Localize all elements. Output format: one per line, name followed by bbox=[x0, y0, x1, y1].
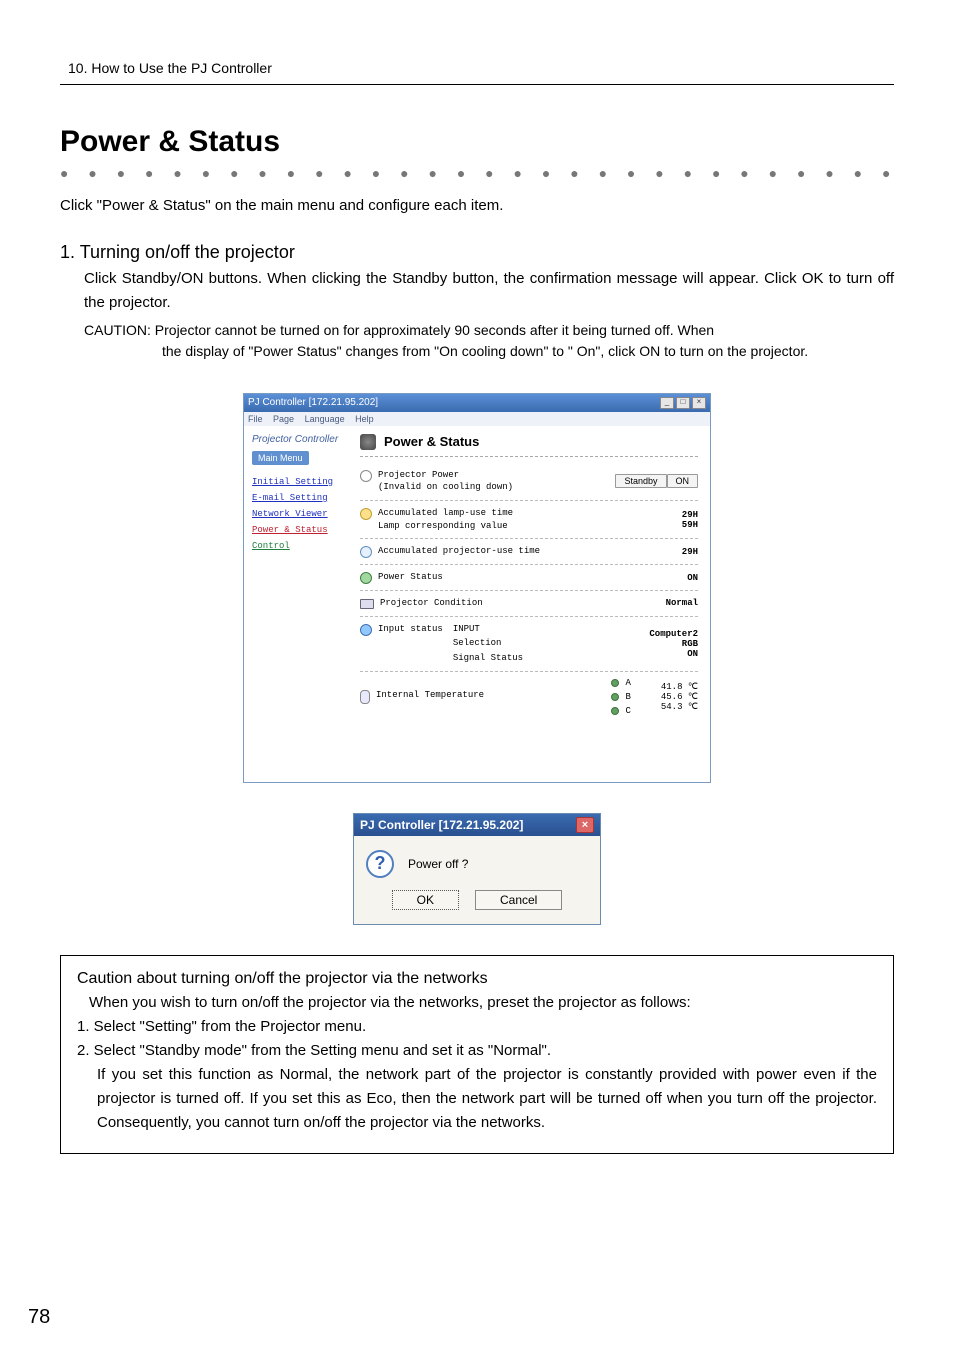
content-title: Power & Status bbox=[384, 434, 479, 449]
caution-lead: CAUTION: Projector cannot be turned on f… bbox=[84, 322, 714, 338]
window-titlebar: PJ Controller [172.21.95.202] _ □ × bbox=[244, 394, 710, 412]
content-panel: Power & Status Projector Power (Invalid … bbox=[352, 426, 710, 782]
dotted-rule: ● ● ● ● ● ● ● ● ● ● ● ● ● ● ● ● ● ● ● ● … bbox=[60, 165, 910, 181]
maximize-button[interactable]: □ bbox=[676, 397, 690, 409]
label-internal-temperature: Internal Temperature bbox=[376, 689, 484, 702]
dialog-close-button[interactable]: × bbox=[576, 817, 594, 833]
menu-language[interactable]: Language bbox=[305, 414, 345, 424]
input-icon bbox=[360, 624, 372, 636]
menu-file[interactable]: File bbox=[248, 414, 263, 424]
label-projector-power: Projector Power bbox=[378, 469, 513, 482]
value-temp-c: 54.3 ℃ bbox=[661, 702, 698, 712]
on-button[interactable]: ON bbox=[667, 474, 699, 488]
label-lamp-use-time: Accumulated lamp-use time bbox=[378, 507, 513, 520]
caution-heading: Caution about turning on/off the project… bbox=[77, 970, 877, 988]
value-lamp-time: 29H bbox=[682, 510, 698, 520]
nav-network-viewer[interactable]: Network Viewer bbox=[252, 509, 344, 519]
dialog-ok-button[interactable]: OK bbox=[392, 890, 459, 910]
caution-lead: When you wish to turn on/off the project… bbox=[89, 994, 877, 1011]
menu-page[interactable]: Page bbox=[273, 414, 294, 424]
dialog-cancel-button[interactable]: Cancel bbox=[475, 890, 562, 910]
pj-controller-window: PJ Controller [172.21.95.202] _ □ × File… bbox=[243, 393, 711, 783]
clock-icon bbox=[360, 546, 372, 558]
brand-label: Projector Controller bbox=[252, 434, 344, 445]
nav-email-setting[interactable]: E-mail Setting bbox=[252, 493, 344, 503]
window-title: PJ Controller [172.21.95.202] bbox=[248, 397, 378, 408]
sidebar: Projector Controller Main Menu Initial S… bbox=[244, 426, 352, 782]
label-invalid-cooling: (Invalid on cooling down) bbox=[378, 481, 513, 494]
close-button[interactable]: × bbox=[692, 397, 706, 409]
thermometer-icon bbox=[360, 690, 370, 704]
label-temp-a: A bbox=[625, 678, 630, 688]
power-small-icon bbox=[360, 470, 372, 482]
intro-text: Click "Power & Status" on the main menu … bbox=[60, 197, 894, 214]
label-lamp-corresponding: Lamp corresponding value bbox=[378, 520, 513, 533]
row-projector-power: Projector Power (Invalid on cooling down… bbox=[360, 463, 698, 501]
value-selection: RGB bbox=[682, 639, 698, 649]
monitor-icon bbox=[360, 599, 374, 609]
value-projector-condition: Normal bbox=[666, 598, 698, 608]
label-temp-c: C bbox=[625, 706, 630, 716]
section-body: Click Standby/ON buttons. When clicking … bbox=[60, 267, 894, 315]
temp-dot-b-icon bbox=[611, 693, 619, 701]
label-power-status: Power Status bbox=[378, 571, 443, 584]
main-menu-button[interactable]: Main Menu bbox=[252, 451, 309, 465]
value-power-status: ON bbox=[687, 573, 698, 583]
standby-button[interactable]: Standby bbox=[615, 474, 666, 488]
value-input: Computer2 bbox=[649, 629, 698, 639]
page-title: Power & Status bbox=[60, 125, 894, 159]
label-projector-use-time: Accumulated projector-use time bbox=[378, 545, 540, 558]
value-signal-status: ON bbox=[687, 649, 698, 659]
value-lamp-corresponding: 59H bbox=[682, 520, 698, 530]
value-projector-use-time: 29H bbox=[682, 547, 698, 557]
window-buttons: _ □ × bbox=[660, 397, 706, 409]
row-power-status: Power Status ON bbox=[360, 565, 698, 591]
caution-box: Caution about turning on/off the project… bbox=[60, 955, 894, 1154]
page-number: 78 bbox=[28, 1306, 50, 1329]
nav-power-status[interactable]: Power & Status bbox=[252, 525, 344, 535]
temp-dot-a-icon bbox=[611, 679, 619, 687]
row-projector-condition: Projector Condition Normal bbox=[360, 591, 698, 617]
caution-rest: the display of "Power Status" changes fr… bbox=[84, 340, 894, 362]
content-heading-row: Power & Status bbox=[360, 434, 698, 457]
label-input-status: Input status bbox=[378, 623, 443, 636]
value-temp-b: 45.6 ℃ bbox=[661, 692, 698, 702]
row-input-status: Input status INPUT Selection Signal Stat… bbox=[360, 617, 698, 672]
value-temp-a: 41.8 ℃ bbox=[661, 682, 698, 692]
dialog-message: Power off ? bbox=[408, 857, 468, 871]
poweroff-dialog: PJ Controller [172.21.95.202] × ? Power … bbox=[353, 813, 601, 925]
question-icon: ? bbox=[366, 850, 394, 878]
bulb-icon bbox=[360, 508, 372, 520]
label-selection: Selection bbox=[453, 637, 523, 650]
minimize-button[interactable]: _ bbox=[660, 397, 674, 409]
running-header: 10. How to Use the PJ Controller bbox=[60, 60, 894, 76]
section-heading: 1. Turning on/off the projector bbox=[60, 242, 894, 263]
label-projector-condition: Projector Condition bbox=[380, 597, 483, 610]
caution-item-1: 1. Select "Setting" from the Projector m… bbox=[77, 1015, 877, 1039]
status-dot-icon bbox=[360, 572, 372, 584]
power-icon bbox=[360, 434, 376, 450]
row-projector-time: Accumulated projector-use time 29H bbox=[360, 539, 698, 565]
temp-dot-c-icon bbox=[611, 707, 619, 715]
menu-help[interactable]: Help bbox=[355, 414, 374, 424]
label-input: INPUT bbox=[453, 623, 523, 636]
caution-text: CAUTION: Projector cannot be turned on f… bbox=[60, 319, 894, 363]
row-lamp-time: Accumulated lamp-use time Lamp correspon… bbox=[360, 501, 698, 539]
menubar: File Page Language Help bbox=[244, 412, 710, 426]
dialog-titlebar: PJ Controller [172.21.95.202] × bbox=[354, 814, 600, 836]
label-temp-b: B bbox=[625, 692, 630, 702]
caution-item-2-body: If you set this function as Normal, the … bbox=[77, 1063, 877, 1135]
nav-initial-setting[interactable]: Initial Setting bbox=[252, 477, 344, 487]
row-internal-temperature: Internal Temperature A B C 41.8 ℃ 45.6 ℃… bbox=[360, 672, 698, 722]
dialog-title: PJ Controller [172.21.95.202] bbox=[360, 818, 523, 832]
nav-control[interactable]: Control bbox=[252, 541, 344, 551]
label-signal-status: Signal Status bbox=[453, 652, 523, 665]
caution-item-2: 2. Select "Standby mode" from the Settin… bbox=[77, 1039, 877, 1063]
header-rule bbox=[60, 84, 894, 85]
